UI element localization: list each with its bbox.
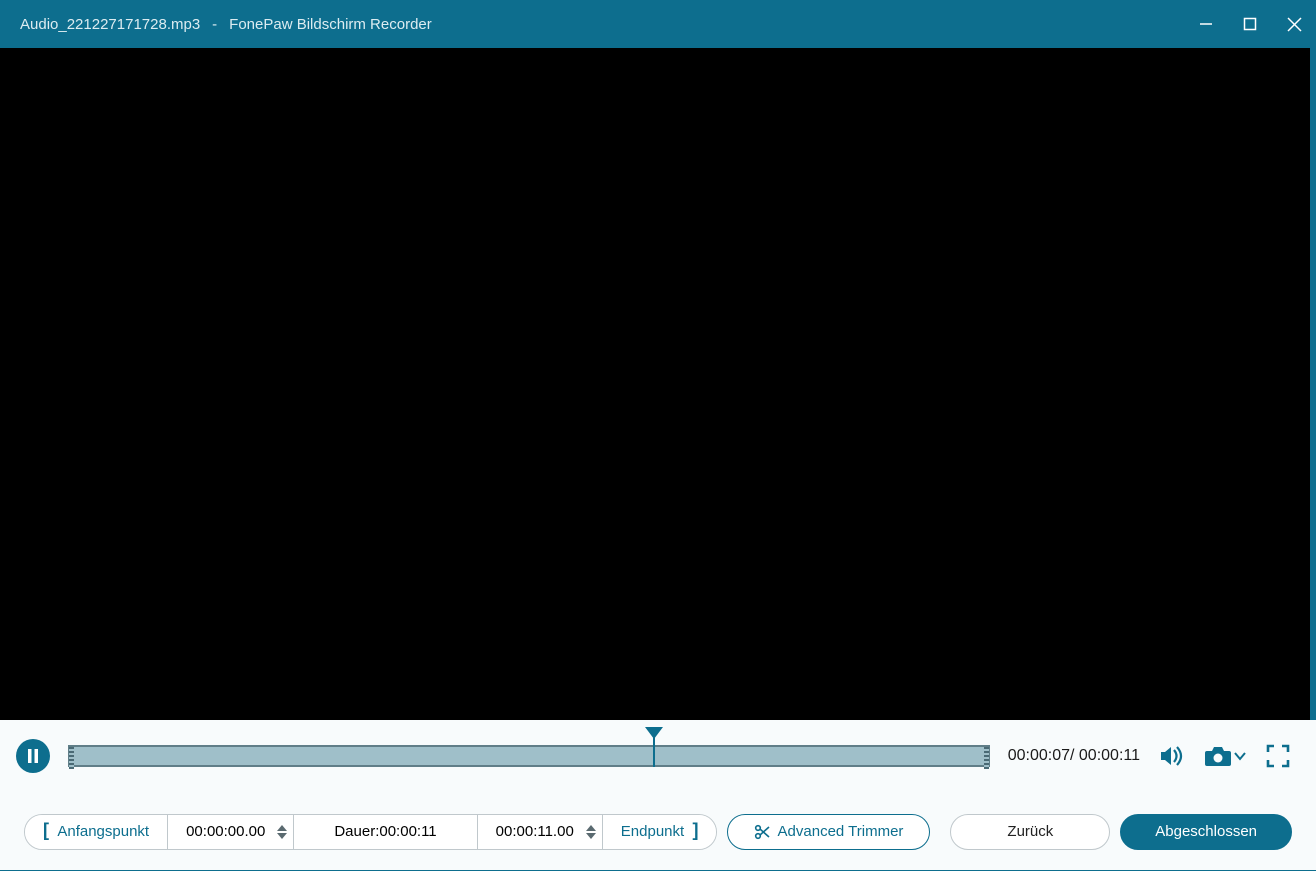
playback-bar: 00:00:07/ 00:00:11 [0,720,1316,792]
trim-toolbar: [ Anfangspunkt 00:00:00.00 Dauer:00:00:1… [0,792,1316,870]
title-bar: Audio_221227171728.mp3 - FonePaw Bildsch… [0,0,1316,48]
video-preview-area[interactable] [0,48,1310,720]
title-text: Audio_221227171728.mp3 - FonePaw Bildsch… [20,16,432,33]
volume-button[interactable] [1158,742,1186,770]
trim-start-handle[interactable] [69,747,74,769]
end-time-input[interactable]: 00:00:11.00 [478,815,603,849]
window-controls [1184,0,1316,48]
chevron-down-icon [1234,751,1246,761]
fullscreen-button[interactable] [1264,742,1292,770]
minimize-icon [1199,17,1213,31]
trim-range-control: [ Anfangspunkt 00:00:00.00 Dauer:00:00:1… [24,814,717,850]
scissors-icon [754,824,770,840]
close-button[interactable] [1272,0,1316,48]
done-label: Abgeschlossen [1155,823,1257,840]
title-separator: - [212,16,217,33]
bracket-right-icon: ] [693,820,699,841]
playhead[interactable] [645,727,663,767]
app-name: FonePaw Bildschirm Recorder [229,16,432,33]
pause-icon [26,748,40,764]
back-button[interactable]: Zurück [950,814,1110,850]
end-label: Endpunkt [621,823,684,840]
set-end-button[interactable]: Endpunkt ] [603,815,717,849]
duration-display: Dauer:00:00:11 [294,815,477,849]
trim-end-handle[interactable] [984,747,989,769]
minimize-button[interactable] [1184,0,1228,48]
done-button[interactable]: Abgeschlossen [1120,814,1292,850]
advanced-trimmer-button[interactable]: Advanced Trimmer [727,814,931,850]
pause-button[interactable] [16,739,50,773]
volume-icon [1159,744,1185,768]
start-time-value: 00:00:00.00 [186,823,265,840]
advanced-trimmer-label: Advanced Trimmer [778,823,904,840]
start-time-spinner [277,825,287,839]
end-time-spinner [586,825,596,839]
duration-prefix: Dauer: [334,823,379,840]
maximize-button[interactable] [1228,0,1272,48]
time-display: 00:00:07/ 00:00:11 [1008,747,1140,765]
progress-track[interactable] [68,745,990,767]
fullscreen-icon [1266,744,1290,768]
start-time-input[interactable]: 00:00:00.00 [168,815,294,849]
bracket-left-icon: [ [43,820,49,841]
filename: Audio_221227171728.mp3 [20,16,200,33]
maximize-icon [1243,17,1257,31]
end-time-down[interactable] [586,833,596,839]
start-time-down[interactable] [277,833,287,839]
set-start-button[interactable]: [ Anfangspunkt [25,815,168,849]
progress-bar[interactable] [68,741,990,771]
end-time-up[interactable] [586,825,596,831]
duration-value: 00:00:11 [379,823,436,840]
start-time-up[interactable] [277,825,287,831]
start-label: Anfangspunkt [57,823,149,840]
back-label: Zurück [1007,823,1053,840]
screenshot-button[interactable] [1204,745,1246,767]
close-icon [1287,17,1302,32]
end-time-value: 00:00:11.00 [496,823,574,840]
camera-icon [1204,745,1232,767]
